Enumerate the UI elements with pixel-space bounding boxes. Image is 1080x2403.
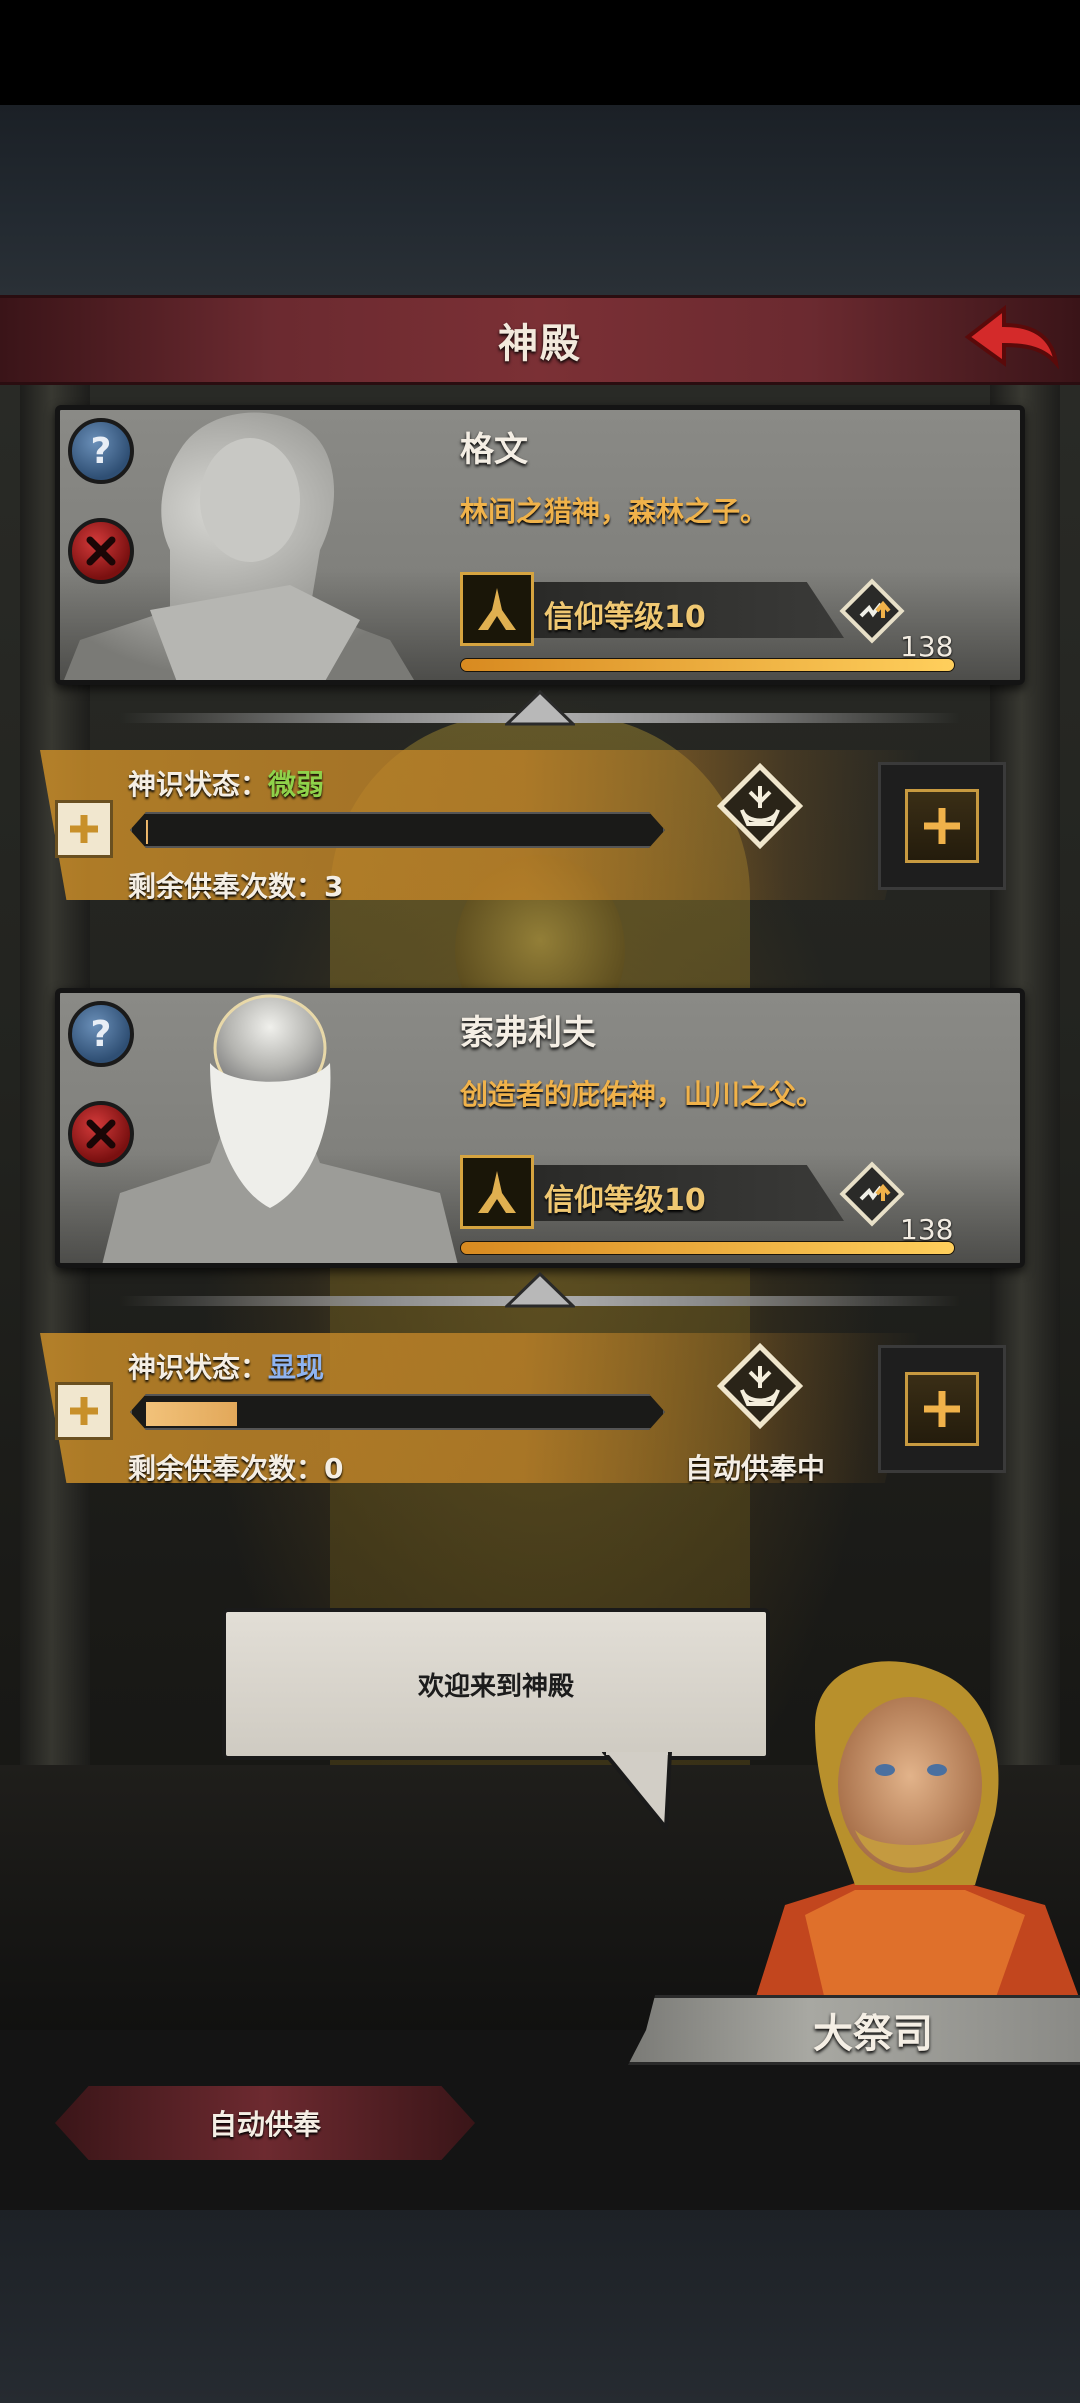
- add-sense-button[interactable]: [55, 800, 113, 858]
- sense-progress-bar: [130, 812, 665, 848]
- offer-button[interactable]: [878, 1345, 1006, 1473]
- god-card-1[interactable]: ? 格文 林间之猎神，森林之子。 信仰等级10 138: [55, 405, 1025, 685]
- faith-level-label: 信仰等级10: [544, 1183, 706, 1218]
- sense-status: 神识状态：显现: [128, 1346, 324, 1386]
- upgrade-icon: [839, 1161, 905, 1227]
- close-icon: [86, 1119, 116, 1149]
- offer-plus: [905, 1372, 979, 1446]
- offer-plus: [905, 789, 979, 863]
- god-description: 创造者的庇佑神，山川之父。: [460, 1078, 825, 1111]
- high-priest-avatar[interactable]: [745, 1655, 1080, 2000]
- remaining-offerings: 剩余供奉次数：3: [128, 870, 344, 903]
- faith-row: 信仰等级10 138: [460, 572, 1000, 672]
- header-backdrop: [0, 105, 1080, 295]
- sense-status-value: 微弱: [268, 768, 325, 801]
- faith-progress-bar: [460, 1241, 955, 1255]
- npc-name: 大祭司: [813, 2011, 933, 2057]
- collapse-arrow-icon[interactable]: [505, 690, 575, 726]
- offering-icon[interactable]: [712, 758, 808, 854]
- upgrade-button[interactable]: [835, 1157, 909, 1231]
- back-button[interactable]: [962, 298, 1062, 378]
- status-bar-area: [0, 0, 1080, 105]
- upgrade-icon: [839, 578, 905, 644]
- god-card-2[interactable]: ? 索弗利夫 创造者的庇佑神，山川之父。 信仰等级10 138: [55, 988, 1025, 1268]
- question-icon: ?: [90, 430, 112, 472]
- plus-icon: [70, 1397, 98, 1425]
- auto-offering-status: 自动供奉中: [685, 1452, 826, 1485]
- faith-emblem-icon: [460, 572, 534, 646]
- bubble-tail: [602, 1752, 672, 1830]
- god-description: 林间之猎神，森林之子。: [460, 495, 769, 528]
- help-button[interactable]: ?: [68, 418, 134, 484]
- faith-progress-fill: [461, 1242, 954, 1254]
- collapse-arrow-icon[interactable]: [505, 1272, 575, 1308]
- close-icon: [86, 536, 116, 566]
- upgrade-button[interactable]: [835, 574, 909, 648]
- god-name: 索弗利夫: [460, 1013, 596, 1053]
- add-sense-button[interactable]: [55, 1382, 113, 1440]
- page-title: 神殿: [498, 321, 582, 367]
- question-icon: ?: [90, 1013, 112, 1055]
- back-arrow-icon: [964, 304, 1060, 370]
- offer-button[interactable]: [878, 762, 1006, 890]
- title-bar: 神殿: [0, 295, 1080, 385]
- dialogue-bubble[interactable]: 欢迎来到神殿: [222, 1608, 770, 1760]
- plus-icon: [924, 1391, 960, 1427]
- faith-row: 信仰等级10 138: [460, 1155, 1000, 1255]
- navigation-area: [0, 2210, 1080, 2403]
- sense-status-label: 神识状态：: [128, 1351, 269, 1384]
- sense-progress-bar: [130, 1394, 665, 1430]
- faith-emblem-icon: [460, 1155, 534, 1229]
- plus-icon: [924, 808, 960, 844]
- remove-button[interactable]: [68, 1101, 134, 1167]
- sense-status: 神识状态：微弱: [128, 763, 324, 803]
- faith-level-label: 信仰等级10: [544, 600, 706, 635]
- help-button[interactable]: ?: [68, 1001, 134, 1067]
- faith-progress-fill: [461, 659, 954, 671]
- auto-offering-button-label: 自动供奉: [208, 2108, 321, 2141]
- god-name: 格文: [460, 430, 528, 470]
- sense-progress-fill: [146, 820, 148, 844]
- plus-icon: [70, 815, 98, 843]
- sense-status-value: 显现: [268, 1351, 325, 1384]
- auto-offering-button[interactable]: 自动供奉: [55, 2086, 475, 2160]
- remaining-offerings: 剩余供奉次数：0: [128, 1452, 344, 1485]
- sense-status-label: 神识状态：: [128, 768, 269, 801]
- faith-progress-bar: [460, 658, 955, 672]
- remove-button[interactable]: [68, 518, 134, 584]
- offering-icon[interactable]: [712, 1338, 808, 1434]
- sense-progress-fill: [146, 1402, 237, 1426]
- dialogue-text: 欢迎来到神殿: [417, 1671, 574, 1702]
- npc-nameplate: 大祭司: [628, 1995, 1080, 2065]
